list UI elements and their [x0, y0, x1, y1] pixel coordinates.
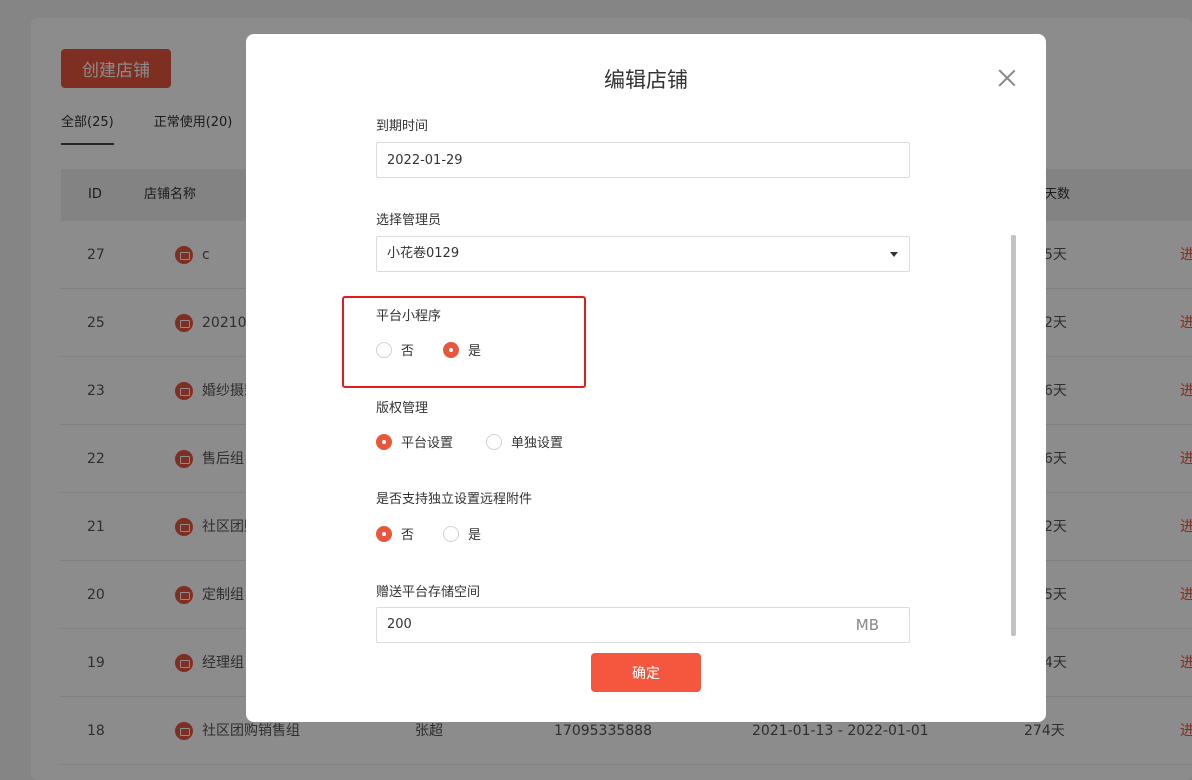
- radio-button-checked: [376, 433, 392, 450]
- mini-program-label: 平台小程序: [376, 309, 442, 324]
- manager-label: 选择管理员: [376, 213, 442, 228]
- storage-unit: MB: [855, 616, 879, 634]
- radio-button: [486, 433, 502, 450]
- radio-label: 否: [401, 344, 415, 359]
- radio-button-checked: [443, 341, 459, 358]
- edit-store-dialog: 编辑店铺 到期时间 选择管理员 小花卷0129 平台小程序 否 是 版权管理 平…: [246, 34, 1046, 722]
- radio-label: 单独设置: [511, 436, 564, 451]
- radio-button-checked: [376, 525, 392, 542]
- chevron-down-icon: [890, 252, 898, 257]
- remote-attach-radio-yes[interactable]: 是: [443, 524, 481, 543]
- storage-value: 200: [387, 617, 412, 632]
- copyright-radio-platform[interactable]: 平台设置: [376, 432, 453, 451]
- confirm-button[interactable]: 确定: [591, 653, 701, 692]
- remote-attach-label: 是否支持独立设置远程附件: [376, 492, 533, 507]
- mini-program-radio-no[interactable]: 否: [376, 340, 414, 359]
- storage-label: 赠送平台存储空间: [376, 585, 481, 600]
- radio-label: 否: [401, 528, 415, 543]
- expire-date-label: 到期时间: [376, 119, 429, 134]
- copyright-radio-custom[interactable]: 单独设置: [486, 432, 563, 451]
- expire-date-input[interactable]: [376, 142, 910, 178]
- copyright-label: 版权管理: [376, 401, 429, 416]
- remote-attach-radio-no[interactable]: 否: [376, 524, 414, 543]
- close-icon[interactable]: [996, 67, 1018, 89]
- radio-label: 是: [468, 344, 482, 359]
- manager-select-value: 小花卷0129: [387, 246, 460, 261]
- dialog-scrollbar[interactable]: [1011, 235, 1016, 636]
- radio-label: 平台设置: [401, 436, 454, 451]
- storage-input[interactable]: 200 MB: [376, 607, 910, 643]
- radio-button: [376, 341, 392, 358]
- radio-label: 是: [468, 528, 482, 543]
- mini-program-radio-yes[interactable]: 是: [443, 340, 481, 359]
- dialog-title: 编辑店铺: [604, 68, 688, 92]
- radio-button: [443, 525, 459, 542]
- manager-select[interactable]: 小花卷0129: [376, 236, 910, 272]
